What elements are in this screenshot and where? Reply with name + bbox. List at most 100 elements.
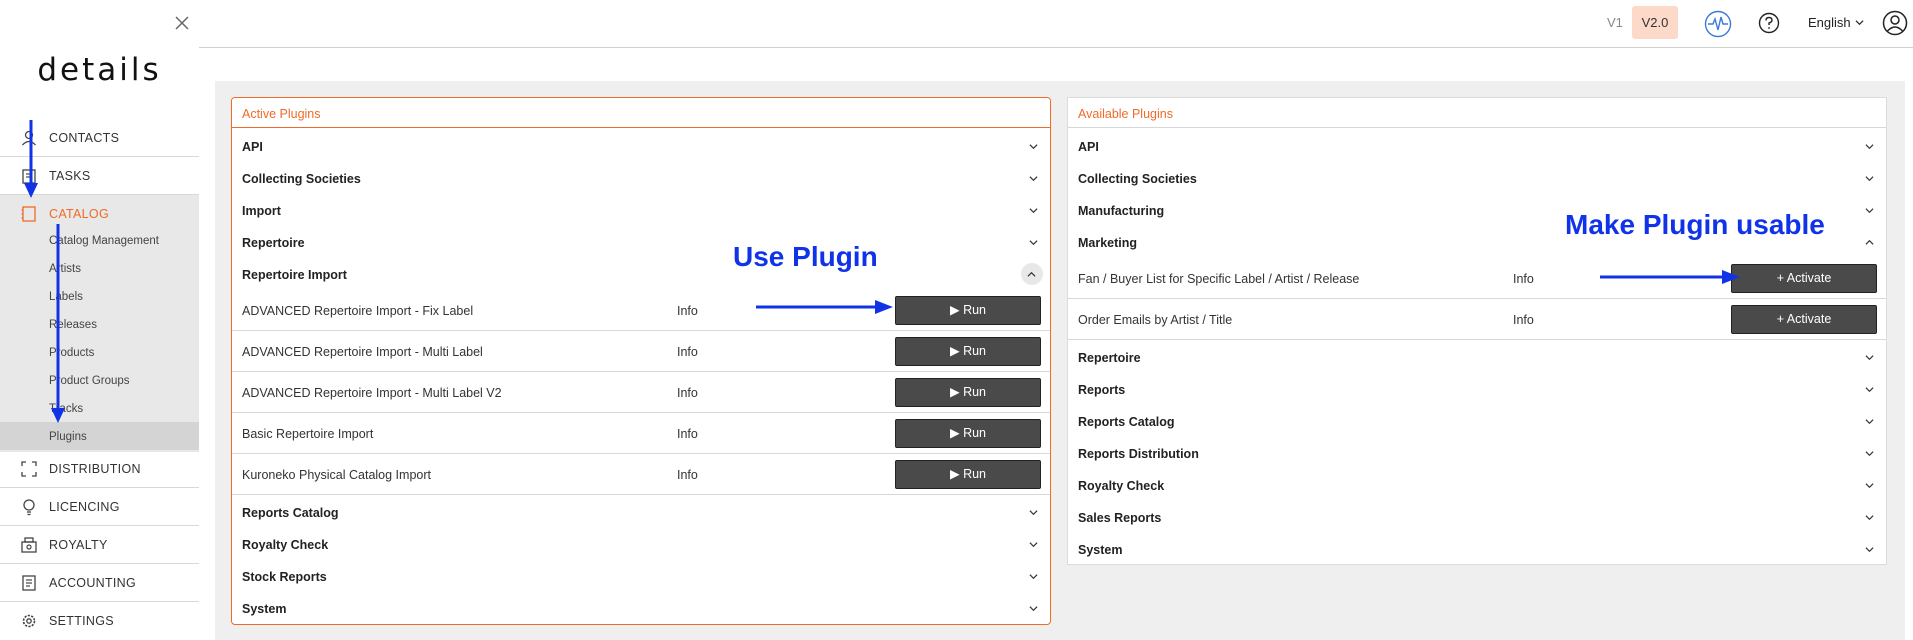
info-link[interactable]: Info [677, 304, 698, 318]
chevron-down-icon [1029, 606, 1038, 612]
category-row[interactable]: System [1068, 533, 1886, 565]
run-button[interactable]: ▶ Run [895, 337, 1041, 366]
sub-products[interactable]: Products [49, 347, 94, 359]
category-row[interactable]: Repertoire [1068, 341, 1886, 373]
run-label: Run [963, 303, 987, 317]
panel-title: Available Plugins [1068, 98, 1886, 128]
activate-button[interactable]: + Activate [1731, 264, 1877, 293]
nav-catalog[interactable]: CATALOG [0, 195, 199, 233]
active-plugins-panel: Active Plugins API Collecting Societies … [231, 97, 1051, 625]
info-link[interactable]: Info [1513, 272, 1534, 286]
run-button[interactable]: ▶ Run [895, 419, 1041, 448]
version-v1-link[interactable]: V1 [1607, 15, 1623, 30]
nav-label: LICENCING [49, 500, 120, 514]
run-button[interactable]: ▶ Run [895, 460, 1041, 489]
nav-licencing[interactable]: LICENCING [0, 488, 199, 526]
category-label: System [242, 602, 287, 616]
info-link[interactable]: Info [677, 345, 698, 359]
chevron-up-icon [1865, 239, 1874, 245]
nav-label: DISTRIBUTION [49, 462, 141, 476]
clipboard-icon [22, 169, 36, 184]
sub-catalog-management[interactable]: Catalog Management [49, 235, 159, 247]
user-avatar-icon[interactable] [1882, 10, 1908, 36]
nav-label: TASKS [49, 169, 91, 183]
available-plugins-panel: Available Plugins API Collecting Societi… [1067, 97, 1887, 565]
gear-icon [22, 614, 36, 628]
run-label: Run [963, 426, 987, 440]
nav-contacts[interactable]: CONTACTS [0, 119, 199, 157]
sub-releases[interactable]: Releases [49, 319, 97, 331]
info-link[interactable]: Info [677, 427, 698, 441]
plugin-row: Basic Repertoire Import Info ▶ Run [232, 413, 1050, 454]
catalog-section [0, 195, 199, 452]
activity-pulse-icon[interactable] [1704, 10, 1732, 38]
sub-product-groups[interactable]: Product Groups [49, 375, 130, 387]
close-icon[interactable] [172, 13, 192, 33]
nav-label: ACCOUNTING [49, 576, 137, 590]
chevron-down-icon [1029, 574, 1038, 580]
plugin-name: Basic Repertoire Import [242, 427, 374, 441]
nav-label: SETTINGS [49, 614, 114, 628]
person-icon [22, 130, 36, 146]
plugin-name: Fan / Buyer List for Specific Label / Ar… [1078, 272, 1360, 286]
category-label: System [1078, 543, 1123, 557]
version-v2-badge[interactable]: V2.0 [1632, 6, 1678, 39]
category-row[interactable]: Reports Catalog [1068, 405, 1886, 437]
category-row[interactable]: System [232, 592, 1050, 624]
category-row[interactable]: Collecting Societies [232, 162, 1050, 194]
category-row[interactable]: Royalty Check [1068, 469, 1886, 501]
chevron-down-icon [1865, 208, 1874, 214]
plugin-name: ADVANCED Repertoire Import - Multi Label… [242, 386, 502, 400]
sub-artists[interactable]: Artists [49, 263, 81, 275]
run-button[interactable]: ▶ Run [895, 296, 1041, 325]
sub-labels[interactable]: Labels [49, 291, 83, 303]
chevron-down-icon [1855, 20, 1864, 26]
sub-plugins[interactable]: Plugins [49, 431, 87, 443]
run-button[interactable]: ▶ Run [895, 378, 1041, 407]
category-row[interactable]: API [1068, 130, 1886, 162]
category-label: Collecting Societies [1078, 172, 1197, 186]
nav-accounting[interactable]: ACCOUNTING [0, 564, 199, 602]
nav-distribution[interactable]: DISTRIBUTION [0, 450, 199, 488]
plugins-selected-bg [0, 422, 199, 450]
category-row[interactable]: Import [232, 194, 1050, 226]
category-label: Manufacturing [1078, 204, 1165, 218]
plugin-name: ADVANCED Repertoire Import - Multi Label [242, 345, 483, 359]
nav-tasks[interactable]: TASKS [0, 157, 199, 195]
plugin-name: Kuroneko Physical Catalog Import [242, 468, 431, 482]
run-label: Run [963, 385, 987, 399]
activate-button[interactable]: + Activate [1731, 305, 1877, 334]
plugin-row: ADVANCED Repertoire Import - Multi Label… [232, 331, 1050, 372]
category-label: Repertoire [1078, 351, 1141, 365]
category-row[interactable]: Royalty Check [232, 528, 1050, 560]
category-row[interactable]: Stock Reports [232, 560, 1050, 592]
plugin-name: Order Emails by Artist / Title [1078, 313, 1233, 327]
category-label: API [1078, 140, 1099, 154]
category-row[interactable]: Collecting Societies [1068, 162, 1886, 194]
category-row-expanded[interactable]: Repertoire Import [232, 258, 1050, 290]
info-link[interactable]: Info [677, 386, 698, 400]
chevron-down-icon [1029, 240, 1038, 246]
run-label: Run [963, 344, 987, 358]
expand-icon [21, 461, 37, 477]
info-link[interactable]: Info [1513, 313, 1534, 327]
chevron-down-icon [1865, 355, 1874, 361]
category-label: Stock Reports [242, 570, 327, 584]
nav-royalty[interactable]: ROYALTY [0, 526, 199, 564]
plugin-row: Kuroneko Physical Catalog Import Info ▶ … [232, 454, 1050, 495]
category-row[interactable]: Repertoire [232, 226, 1050, 258]
category-row[interactable]: Reports [1068, 373, 1886, 405]
sidebar: details CONTACTS TASKS CATALOG Catalog M… [0, 0, 199, 640]
language-select[interactable]: English [1808, 15, 1851, 30]
info-link[interactable]: Info [677, 468, 698, 482]
plugin-row: Order Emails by Artist / Title Info + Ac… [1068, 299, 1886, 340]
category-row[interactable]: Reports Catalog [232, 496, 1050, 528]
nav-settings[interactable]: SETTINGS [0, 602, 199, 640]
sub-tracks[interactable]: Tracks [49, 403, 83, 415]
category-label: Sales Reports [1078, 511, 1162, 525]
chevron-down-icon [1865, 547, 1874, 553]
category-row[interactable]: Sales Reports [1068, 501, 1886, 533]
category-row[interactable]: Reports Distribution [1068, 437, 1886, 469]
category-row[interactable]: API [232, 130, 1050, 162]
help-icon[interactable] [1758, 12, 1780, 34]
